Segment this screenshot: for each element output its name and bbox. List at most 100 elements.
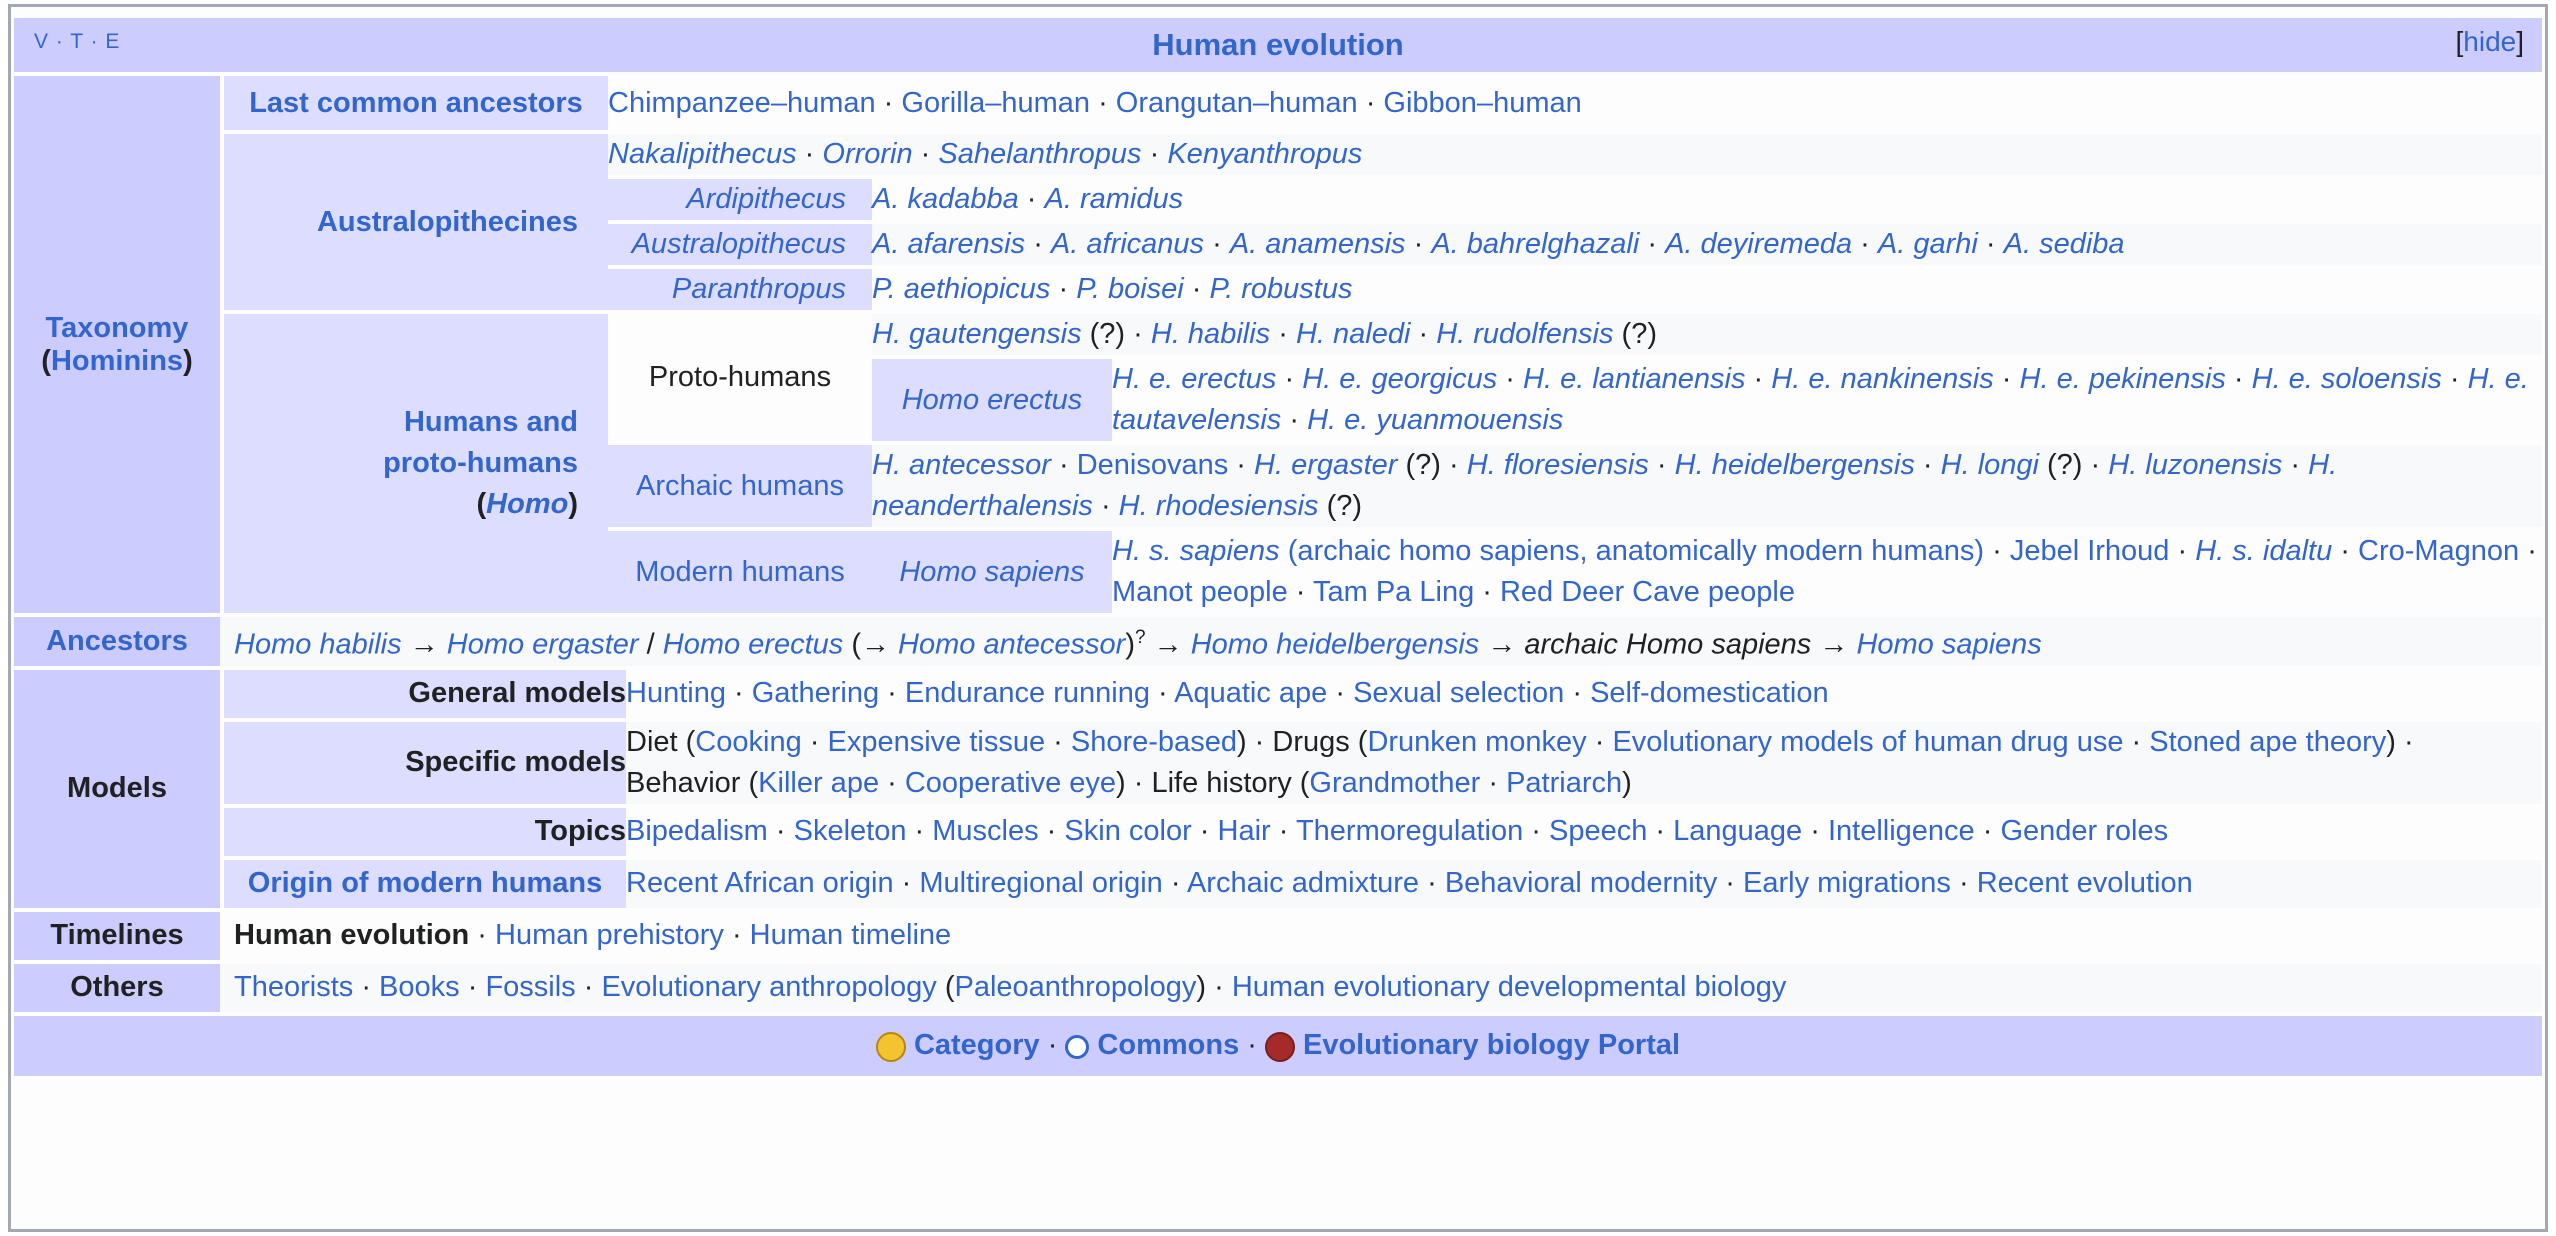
- ardipithecus-species[interactable]: A. kadabba: [872, 183, 1019, 215]
- h-s-sapiens-link[interactable]: H. s. sapiens (archaic homo sapiens, ana…: [1112, 535, 1984, 567]
- erectus-subspecies[interactable]: H. e. erectus: [1112, 363, 1276, 395]
- h-antecessor-link[interactable]: H. antecessor: [872, 449, 1051, 481]
- ardipithecus-link[interactable]: Ardipithecus: [686, 183, 846, 215]
- australopithecus-species[interactable]: A. bahrelghazali: [1431, 228, 1639, 260]
- manot-people-link[interactable]: Manot people: [1112, 576, 1288, 608]
- origin-item[interactable]: Recent evolution: [1977, 867, 2193, 899]
- australopithecus-link[interactable]: Australopithecus: [632, 228, 846, 260]
- homo-erectus-link[interactable]: Homo erectus: [663, 629, 844, 661]
- erectus-subspecies[interactable]: H. e. nankinensis: [1771, 363, 1993, 395]
- homo-link-3[interactable]: Homo: [486, 488, 568, 520]
- h-rudolfensis-link[interactable]: H. rudolfensis: [1436, 318, 1613, 350]
- topic-item[interactable]: Skin color: [1064, 815, 1191, 847]
- australopithecine-item[interactable]: Kenyanthropus: [1167, 138, 1362, 170]
- topic-item[interactable]: Bipedalism: [626, 815, 768, 847]
- hide-toggle[interactable]: [hide]: [2456, 26, 2525, 58]
- archaic-humans-link[interactable]: Archaic humans: [636, 470, 844, 502]
- diet-model-item[interactable]: Cooking: [695, 726, 801, 758]
- origin-item[interactable]: Recent African origin: [626, 867, 894, 899]
- others-item[interactable]: Theorists: [234, 971, 353, 1003]
- australopithecus-species[interactable]: A. sediba: [2004, 228, 2125, 260]
- h-rhodesiensis-link[interactable]: H. rhodesiensis: [1119, 490, 1319, 522]
- ardipithecus-species[interactable]: A. ramidus: [1045, 183, 1184, 215]
- australopithecus-species[interactable]: A. garhi: [1878, 228, 1978, 260]
- origin-item[interactable]: Multiregional origin: [919, 867, 1162, 899]
- h-luzonensis-link[interactable]: H. luzonensis: [2108, 449, 2282, 481]
- homo-sapiens-link[interactable]: Homo sapiens: [1856, 629, 2041, 661]
- origin-item[interactable]: Early migrations: [1743, 867, 1951, 899]
- h-heidelbergensis-link[interactable]: H. heidelbergensis: [1675, 449, 1915, 481]
- timeline-item[interactable]: Human timeline: [750, 919, 951, 951]
- topic-item[interactable]: Intelligence: [1828, 815, 1975, 847]
- topic-item[interactable]: Hair: [1218, 815, 1271, 847]
- h-naledi-link[interactable]: H. naledi: [1296, 318, 1410, 350]
- lca-item[interactable]: Gibbon–human: [1383, 87, 1581, 119]
- drugs-model-item[interactable]: Drunken monkey: [1367, 726, 1586, 758]
- erectus-subspecies[interactable]: H. e. lantianensis: [1523, 363, 1745, 395]
- homo-habilis-link[interactable]: Homo habilis: [234, 629, 402, 661]
- erectus-subspecies[interactable]: H. e. yuanmouensis: [1307, 404, 1563, 436]
- homo-antecessor-link[interactable]: Homo antecessor: [898, 629, 1125, 661]
- red-deer-cave-link[interactable]: Red Deer Cave people: [1500, 576, 1795, 608]
- australopithecus-species[interactable]: A. deyiremeda: [1665, 228, 1852, 260]
- behavior-model-item[interactable]: Killer ape: [758, 767, 879, 799]
- erectus-subspecies[interactable]: H. e. georgicus: [1302, 363, 1497, 395]
- homo-heidelbergensis-link[interactable]: Homo heidelbergensis: [1191, 629, 1480, 661]
- vte-links[interactable]: V · T · E: [34, 30, 120, 54]
- life-history-item[interactable]: Patriarch: [1506, 767, 1622, 799]
- australopithecus-species[interactable]: A. afarensis: [872, 228, 1025, 260]
- jebel-irhoud-link[interactable]: Jebel Irhoud: [2010, 535, 2170, 567]
- homo-link-2[interactable]: proto-humans: [383, 447, 578, 479]
- homo-sapiens-link[interactable]: Homo sapiens: [899, 556, 1084, 588]
- general-model-item[interactable]: Self-domestication: [1590, 677, 1829, 709]
- h-longi-link[interactable]: H. longi: [1941, 449, 2039, 481]
- lca-item[interactable]: Orangutan–human: [1116, 87, 1358, 119]
- australopithecines-link[interactable]: Australopithecines: [317, 206, 578, 238]
- australopithecine-item[interactable]: Orrorin: [822, 138, 912, 170]
- origin-item[interactable]: Behavioral modernity: [1445, 867, 1717, 899]
- life-history-item[interactable]: Grandmother: [1309, 767, 1480, 799]
- lca-item[interactable]: Gorilla–human: [901, 87, 1090, 119]
- topic-item[interactable]: Thermoregulation: [1296, 815, 1523, 847]
- diet-model-item[interactable]: Expensive tissue: [827, 726, 1045, 758]
- others-item[interactable]: Books: [379, 971, 460, 1003]
- h-ergaster-link[interactable]: H. ergaster: [1254, 449, 1397, 481]
- topic-item[interactable]: Language: [1673, 815, 1802, 847]
- others-item[interactable]: Fossils: [485, 971, 575, 1003]
- origin-item[interactable]: Archaic admixture: [1187, 867, 1419, 899]
- h-s-idaltu-link[interactable]: H. s. idaltu: [2195, 535, 2332, 567]
- homo-erectus-link[interactable]: Homo erectus: [902, 384, 1083, 416]
- h-gautengensis-link[interactable]: H. gautengensis: [872, 318, 1082, 350]
- portal-link[interactable]: Evolutionary biology Portal: [1303, 1029, 1680, 1061]
- h-habilis-link[interactable]: H. habilis: [1151, 318, 1270, 350]
- erectus-subspecies[interactable]: H. e. pekinensis: [2020, 363, 2226, 395]
- category-link[interactable]: Category: [914, 1029, 1040, 1061]
- general-model-item[interactable]: Hunting: [626, 677, 726, 709]
- homo-link-1[interactable]: Humans and: [404, 406, 578, 438]
- australopithecine-item[interactable]: Sahelanthropus: [938, 138, 1141, 170]
- taxonomy-link[interactable]: Taxonomy: [46, 312, 189, 344]
- erectus-subspecies[interactable]: H. e. soloensis: [2252, 363, 2442, 395]
- modern-humans-link[interactable]: Modern humans: [635, 556, 845, 588]
- others-item[interactable]: Evolutionary anthropology: [601, 971, 936, 1003]
- drugs-model-item[interactable]: Stoned ape theory: [2149, 726, 2386, 758]
- h-floresiensis-link[interactable]: H. floresiensis: [1467, 449, 1649, 481]
- ancestors-link[interactable]: Ancestors: [46, 625, 188, 657]
- behavior-model-item[interactable]: Cooperative eye: [905, 767, 1116, 799]
- navbox-title-link[interactable]: Human evolution: [1152, 27, 1403, 62]
- general-model-item[interactable]: Sexual selection: [1353, 677, 1564, 709]
- paleoanthropology-link[interactable]: Paleoanthropology: [955, 971, 1197, 1003]
- topic-item[interactable]: Gender roles: [2000, 815, 2168, 847]
- hominins-link[interactable]: Hominins: [51, 345, 183, 377]
- general-model-item[interactable]: Aquatic ape: [1174, 677, 1327, 709]
- paranthropus-link[interactable]: Paranthropus: [672, 273, 846, 305]
- denisovans-link[interactable]: Denisovans: [1077, 449, 1229, 481]
- evo-devo-link[interactable]: Human evolutionary developmental biology: [1232, 971, 1787, 1003]
- topic-item[interactable]: Muscles: [932, 815, 1038, 847]
- drugs-model-item[interactable]: Evolutionary models of human drug use: [1612, 726, 2123, 758]
- australopithecus-species[interactable]: A. africanus: [1051, 228, 1204, 260]
- lca-link[interactable]: Last common ancestors: [249, 87, 583, 119]
- general-model-item[interactable]: Endurance running: [905, 677, 1150, 709]
- commons-link[interactable]: Commons: [1097, 1029, 1239, 1061]
- cro-magnon-link[interactable]: Cro-Magnon: [2358, 535, 2519, 567]
